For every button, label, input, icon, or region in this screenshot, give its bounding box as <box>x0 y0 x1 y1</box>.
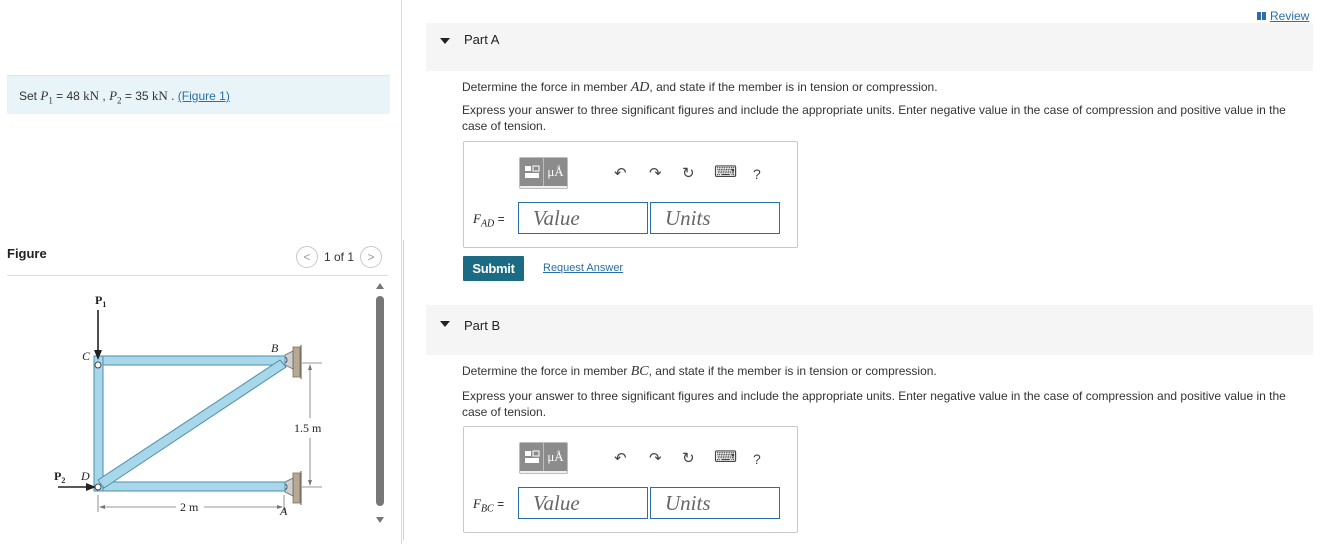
part-a-answer-box: μÅ ↶ ↷ ↻ ⌨ ? FAD = Value Units <box>463 141 798 248</box>
p2-unit: kN <box>151 88 168 103</box>
label-a: A <box>279 504 288 518</box>
label-width: 2 m <box>180 500 199 514</box>
label-b: B <box>271 341 279 355</box>
keyboard-icon[interactable]: ⌨ <box>714 447 737 467</box>
review-link[interactable]: Review <box>1257 9 1309 23</box>
member-cb <box>94 355 286 366</box>
member-cd <box>93 355 104 492</box>
collapse-caret-icon[interactable] <box>440 38 450 44</box>
f-bc-label: FBC = <box>473 496 505 515</box>
p1-unit: kN <box>83 88 100 103</box>
pane-divider-accent <box>403 240 404 540</box>
keyboard-icon[interactable]: ⌨ <box>714 162 737 182</box>
undo-icon[interactable]: ↶ <box>614 449 627 467</box>
help-icon[interactable]: ? <box>753 451 761 467</box>
prev-figure-button[interactable]: < <box>296 246 318 268</box>
reset-icon[interactable]: ↻ <box>682 164 695 182</box>
part-a-title: Part A <box>464 32 500 47</box>
label-p1: P1 <box>95 293 106 309</box>
scroll-up-arrow[interactable] <box>376 283 384 289</box>
units-symbol-button[interactable]: μÅ <box>543 158 567 186</box>
period: . <box>167 89 178 103</box>
part-b-header[interactable]: Part B <box>426 305 1313 355</box>
truss-members <box>93 355 287 492</box>
member-da <box>94 481 286 492</box>
value-input[interactable]: Value <box>518 487 648 519</box>
units-symbol-button[interactable]: μÅ <box>543 443 567 471</box>
member-bc: BC <box>630 364 649 379</box>
templates-button-group: μÅ <box>519 442 568 474</box>
problem-prefix: Set <box>19 89 41 103</box>
part-a-header[interactable]: Part A <box>426 23 1313 71</box>
p1-symbol: P1 <box>40 88 53 106</box>
figure-divider <box>7 275 388 276</box>
p2-value: = 35 <box>121 89 152 103</box>
undo-icon[interactable]: ↶ <box>614 164 627 182</box>
next-figure-button[interactable]: > <box>360 246 383 268</box>
scroll-down-arrow[interactable] <box>376 517 384 523</box>
figure-pager: < 1 of 1 > <box>296 246 383 268</box>
p2-symbol: P2 <box>109 88 122 106</box>
label-c: C <box>82 349 91 363</box>
problem-statement: Set P1 = 48 kN , P2 = 35 kN . (Figure 1) <box>19 88 230 106</box>
member-ad: AD <box>630 80 650 95</box>
f-ad-label: FAD = <box>473 211 505 230</box>
figure-page-count: 1 of 1 <box>324 250 355 264</box>
label-d: D <box>80 469 90 483</box>
submit-button[interactable]: Submit <box>463 256 524 281</box>
load-p1-arrow <box>94 310 102 360</box>
truss-figure: P1 P2 C B D A 1.5 m 2 m <box>54 293 322 518</box>
figure-heading: Figure <box>7 246 47 261</box>
part-a-instructions: Express your answer to three significant… <box>462 103 1286 133</box>
member-db <box>97 359 287 489</box>
figure-link[interactable]: (Figure 1) <box>178 89 230 103</box>
p1-value: = 48 <box>52 89 84 103</box>
part-b-instructions: Express your answer to three significant… <box>462 389 1286 419</box>
templates-button-group: μÅ <box>519 157 568 189</box>
part-b-question: Determine the force in member BC, and st… <box>462 364 937 379</box>
part-a-question: Determine the force in member AD, and st… <box>462 80 938 95</box>
label-height: 1.5 m <box>294 421 322 435</box>
review-icon <box>1257 12 1266 20</box>
request-answer-link[interactable]: Request Answer <box>543 262 623 274</box>
part-b-answer-box: μÅ ↶ ↷ ↻ ⌨ ? FBC = Value Units <box>463 426 798 533</box>
value-input[interactable]: Value <box>518 202 648 234</box>
review-link-text[interactable]: Review <box>1270 9 1309 23</box>
separator: , <box>99 89 110 103</box>
collapse-caret-icon[interactable] <box>440 321 450 327</box>
figure-scrollbar-thumb[interactable] <box>376 296 384 506</box>
redo-icon[interactable]: ↷ <box>649 164 662 182</box>
units-input[interactable]: Units <box>650 202 780 234</box>
part-b-title: Part B <box>464 318 501 333</box>
pane-divider <box>401 0 402 544</box>
templates-icon[interactable] <box>520 158 543 186</box>
redo-icon[interactable]: ↷ <box>649 449 662 467</box>
label-p2: P2 <box>54 469 65 485</box>
templates-icon[interactable] <box>520 443 543 471</box>
units-input[interactable]: Units <box>650 487 780 519</box>
help-icon[interactable]: ? <box>753 166 761 182</box>
reset-icon[interactable]: ↻ <box>682 449 695 467</box>
